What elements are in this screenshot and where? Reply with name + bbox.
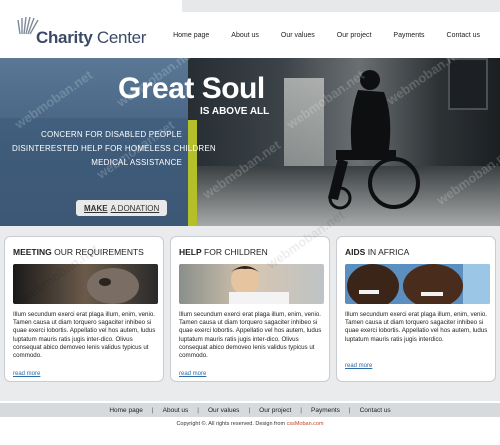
box-title-rest: IN AFRICA (367, 247, 410, 257)
nav-values[interactable]: Our values (281, 32, 315, 39)
footer-separator: | (151, 406, 154, 414)
accent-bar (188, 120, 197, 226)
footer-nav-payments[interactable]: Payments (311, 407, 340, 414)
copyright: Copyright ©. All rights reserved. Design… (0, 421, 500, 427)
box-image (179, 264, 324, 304)
hero-tagline: MEDICAL ASSISTANCE (91, 158, 182, 167)
logo-name-light: Center (96, 28, 147, 47)
hero-tagline: CONCERN FOR DISABLED PEOPLE (41, 130, 182, 139)
content-area: MEETING OUR REQUIREMENTS Illum secundum … (0, 207, 500, 401)
box-title: MEETING OUR REQUIREMENTS (13, 247, 144, 257)
box-title-rest: FOR CHILDREN (204, 247, 268, 257)
box-text: Illum secundum exerci erat plaga illum, … (13, 311, 156, 360)
footer-nav-project[interactable]: Our project (259, 407, 291, 414)
hero-subtitle: IS ABOVE ALL (200, 106, 270, 117)
read-more-link[interactable]: read more (345, 363, 372, 369)
footer-separator: | (300, 406, 302, 414)
read-more-link[interactable]: read more (179, 371, 206, 377)
footer-separator: | (197, 406, 199, 414)
logo-text: Charity Center (36, 28, 146, 48)
copyright-text: Copyright ©. All rights reserved. Design… (176, 421, 287, 427)
feature-box-children: HELP FOR CHILDREN Illum secundum exerci … (170, 236, 330, 382)
read-more-link[interactable]: read more (13, 371, 40, 377)
hero-tagline: DISINTERESTED HELP FOR HOMELESS CHILDREN (12, 144, 216, 153)
donate-label-bold: MAKE (84, 203, 108, 213)
donate-label-rest: A DONATION (110, 203, 160, 213)
footer-separator: | (248, 406, 251, 414)
copyright-link[interactable]: cssMoban.com (287, 421, 324, 427)
box-title: HELP FOR CHILDREN (179, 247, 268, 257)
box-title-bold: HELP (179, 247, 202, 257)
nav-contact[interactable]: Contact us (447, 32, 480, 39)
hero-taglines: CONCERN FOR DISABLED PEOPLE DISINTERESTE… (12, 128, 216, 170)
box-text: Illum secundum exerci erat plaga illum, … (345, 311, 488, 343)
box-title: AIDS IN AFRICA (345, 247, 409, 257)
footer-nav-about[interactable]: About us (163, 407, 189, 414)
feature-box-meeting: MEETING OUR REQUIREMENTS Illum secundum … (4, 236, 164, 382)
logo-name-bold: Charity (36, 28, 93, 47)
nav-home[interactable]: Home page (173, 32, 209, 39)
box-image (345, 264, 490, 304)
box-text: Illum secundum exerci erat plaga illum, … (179, 311, 322, 360)
main-nav: Home page About us Our values Our projec… (151, 32, 480, 39)
donate-button[interactable]: MAKE A DONATION (76, 200, 168, 216)
nav-about[interactable]: About us (231, 32, 259, 39)
top-strip (182, 0, 500, 12)
footer-nav: Home page | About us | Our values | Our … (0, 403, 500, 417)
feature-box-aids: AIDS IN AFRICA Illum secundum exerci era… (336, 236, 496, 382)
footer-separator: | (348, 406, 351, 414)
logo[interactable]: Charity Center (14, 14, 154, 54)
hero-banner: webmoban.net webmoban.net webmoban.net w… (0, 58, 500, 226)
box-title-bold: AIDS (345, 247, 366, 257)
nav-payments[interactable]: Payments (393, 32, 424, 39)
box-title-rest: OUR REQUIREMENTS (54, 247, 144, 257)
box-image (13, 264, 158, 304)
hero-title: Great Soul (118, 72, 265, 105)
footer-nav-values[interactable]: Our values (208, 407, 239, 414)
footer-nav-contact[interactable]: Contact us (360, 407, 391, 414)
nav-project[interactable]: Our project (337, 32, 372, 39)
footer-nav-home[interactable]: Home page (109, 407, 143, 414)
header: Charity Center Home page About us Our va… (0, 12, 500, 58)
box-title-bold: MEETING (13, 247, 52, 257)
